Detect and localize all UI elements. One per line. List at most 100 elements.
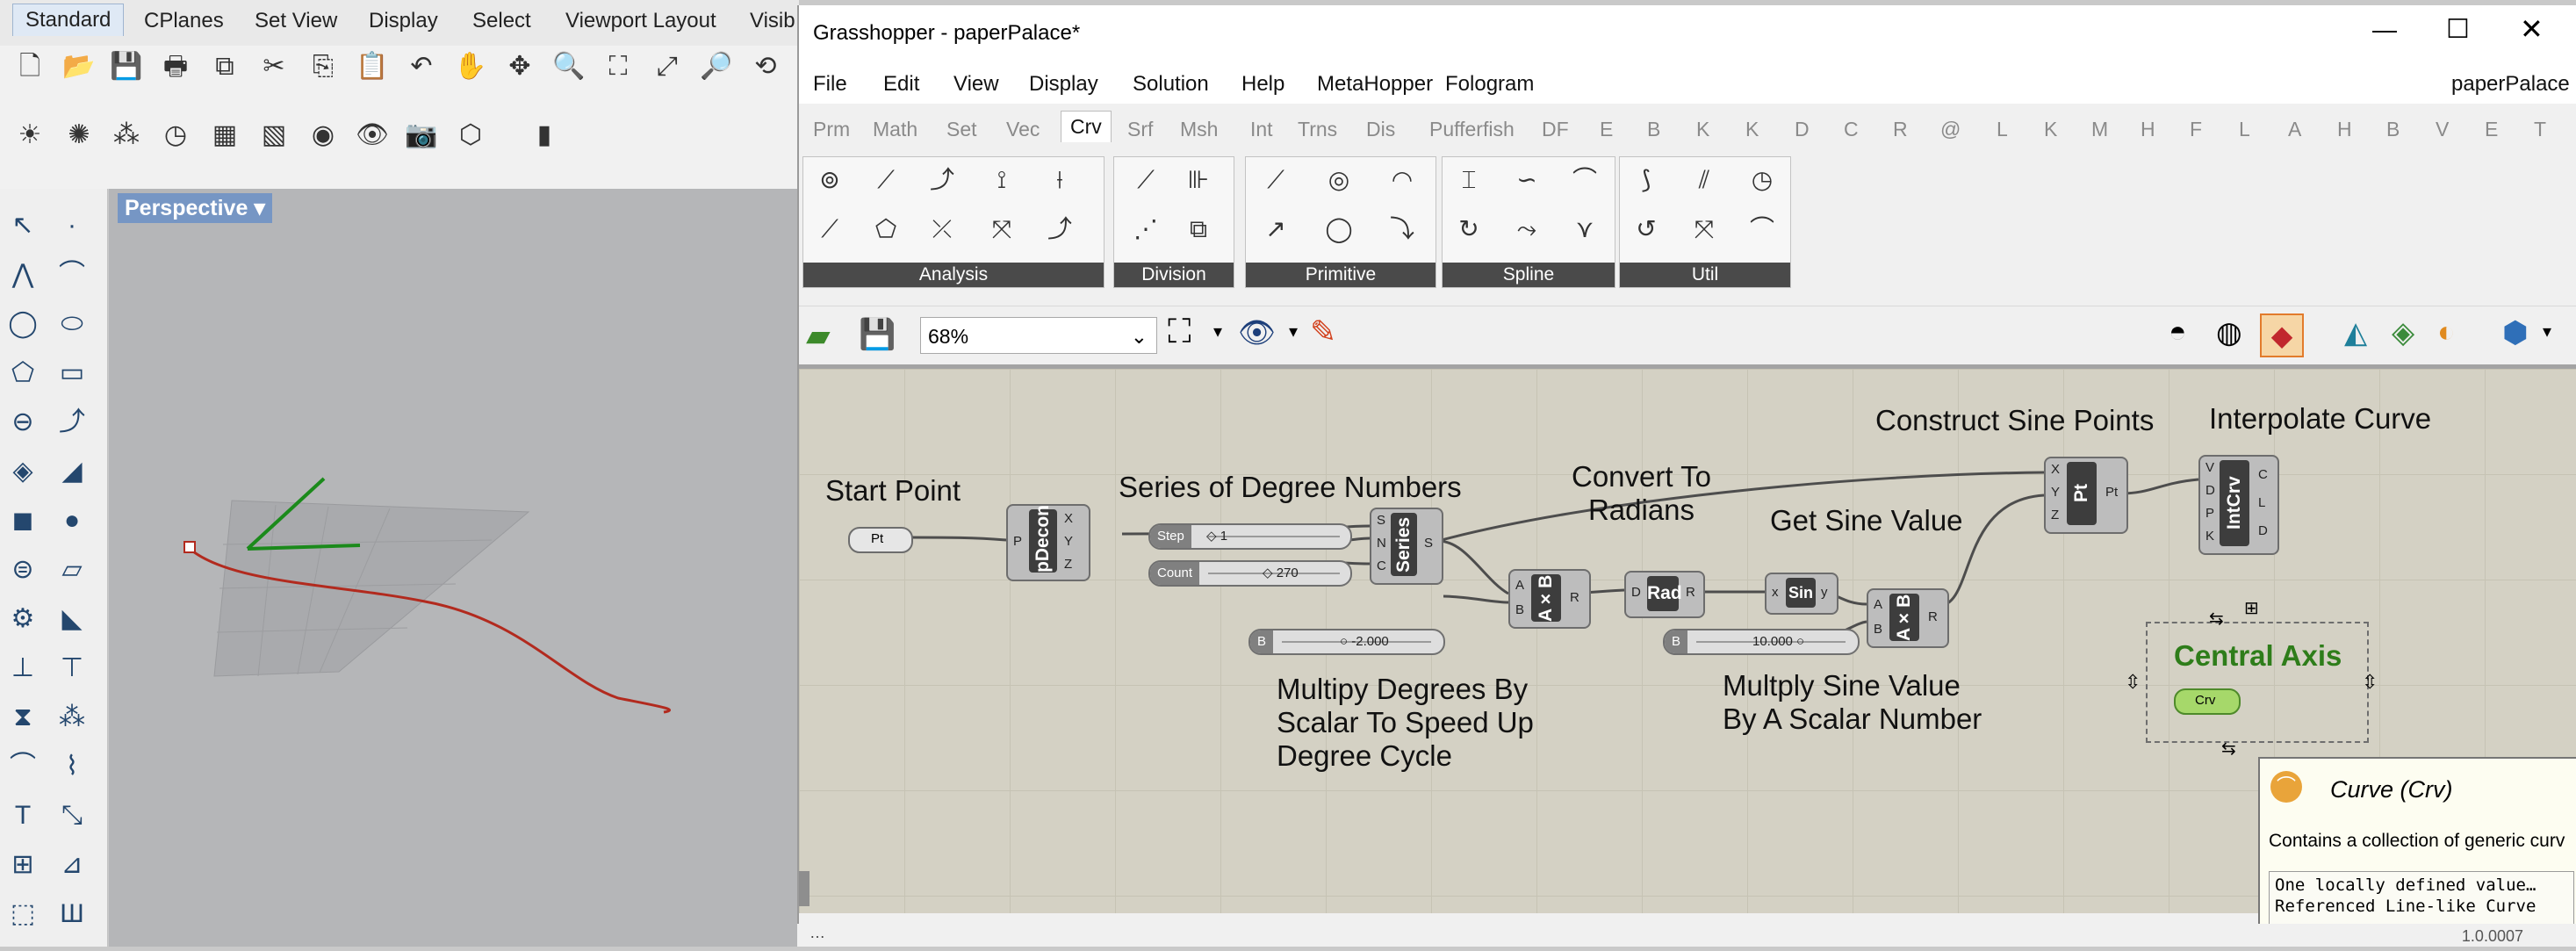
analysis-component-icon[interactable]: ⟋ [812,212,847,247]
transform-icon[interactable]: ◣ [53,600,91,638]
tab-trns[interactable]: Trns [1298,118,1337,141]
chevron-down-icon[interactable]: ▾ [2543,321,2551,342]
sphere-icon[interactable]: ● [53,501,91,540]
canvas-scroll-handle[interactable] [799,871,809,906]
eye-icon[interactable]: 👁 [1238,315,1276,350]
print-icon[interactable]: 🖶 [158,49,193,84]
menu-display[interactable]: Display [1029,72,1098,97]
degree-scalar-slider[interactable]: B ○ -2.000 [1248,629,1445,655]
panel-label-spline[interactable]: Spline [1443,263,1615,287]
spline-component-icon[interactable]: ⤳ [1509,212,1544,247]
gumball-handle-icon[interactable]: ⊞ [2244,597,2259,619]
division-component-icon[interactable]: ⧉ [1181,212,1216,247]
tab-r[interactable]: R [1893,118,1908,141]
shape-icon[interactable]: ⬢ [2502,315,2529,350]
tab-f[interactable]: F [2190,118,2202,141]
util-component-icon[interactable]: ↺ [1629,212,1664,247]
panel-label-analysis[interactable]: Analysis [803,263,1104,287]
menu-metahopper[interactable]: MetaHopper [1317,72,1433,97]
menu-file[interactable]: File [813,72,847,97]
analysis-component-icon[interactable]: ⟟ [984,162,1019,198]
primitive-component-icon[interactable]: ⟋ [1258,162,1293,198]
layer-2-icon[interactable]: ▧ [256,118,291,153]
tab-dis[interactable]: Dis [1366,118,1395,141]
rectangle-icon[interactable]: ▭ [53,354,91,393]
paste-icon[interactable]: 📋 [355,49,390,84]
close-icon[interactable]: ✕ [2520,12,2544,46]
util-component-icon[interactable]: ◷ [1745,162,1780,198]
primitive-component-icon[interactable]: ⤵ [1385,212,1420,247]
tab-prm[interactable]: Prm [813,118,850,141]
document-name[interactable]: paperPalace [2451,72,2570,97]
ellipse-2-icon[interactable]: ⊖ [4,403,42,442]
interpolate-curve-component[interactable]: V D P K IntCrv C L D [2198,455,2279,555]
chevron-down-icon[interactable]: ▾ [1289,321,1298,342]
spline-component-icon[interactable]: ∽ [1509,162,1544,198]
panel-label-division[interactable]: Division [1114,263,1234,287]
ellipse-icon[interactable]: ⬭ [53,305,91,343]
point-param[interactable]: Pt [848,527,913,553]
panel-label-util[interactable]: Util [1620,263,1790,287]
tab-l[interactable]: L [1997,118,2008,141]
copy-icon[interactable]: ⎘ [306,49,341,84]
circle-icon[interactable]: ◯ [4,305,42,343]
chevron-down-icon[interactable]: ▾ [1213,321,1222,342]
analysis-component-icon[interactable]: ⤫ [925,212,960,247]
tab-set-view[interactable]: Set View [255,9,337,33]
render-color-icon[interactable]: ◉ [306,118,341,153]
boolean-icon[interactable]: ⧗ [4,698,42,737]
tab-msh[interactable]: Msh [1180,118,1218,141]
zoom-extents-icon[interactable]: ⤢ [650,49,685,84]
clock-icon[interactable]: ◷ [158,118,193,153]
bake-icon[interactable]: ◭ [2344,315,2367,350]
layer-icon[interactable]: ▦ [207,118,242,153]
sine-component[interactable]: x Sin y [1765,573,1838,615]
analysis-component-icon[interactable]: ⊚ [812,162,847,198]
select-arrow-icon[interactable]: ↖ [4,206,42,245]
util-component-icon[interactable]: ⤧ [1687,212,1722,247]
camera-icon[interactable]: 📷 [404,118,439,153]
util-component-icon[interactable]: ⫽ [1687,162,1722,198]
analysis-component-icon[interactable]: ⬠ [868,212,903,247]
gear-icon[interactable]: ⚙ [4,600,42,638]
tab-k-3[interactable]: K [2044,118,2057,141]
tab-vec[interactable]: Vec [1006,118,1040,141]
polygon-icon[interactable]: ⬠ [4,354,42,393]
viewport-title[interactable]: Perspective ▾ [118,193,272,223]
rotate-view-icon[interactable]: ✥ [502,49,537,84]
solid-tools-icon[interactable]: ⁂ [53,698,91,737]
surface-loft-icon[interactable]: ◢ [53,452,91,491]
panel-label-primitive[interactable]: Primitive [1246,263,1436,287]
sine-scalar-slider[interactable]: B 10.000 ○ [1663,629,1860,655]
tab-h-2[interactable]: H [2337,118,2352,141]
sun-settings-icon[interactable]: ✺ [61,118,97,153]
tab-v[interactable]: V [2436,118,2449,141]
export-icon[interactable]: ⧉ [207,49,242,84]
point-icon[interactable]: · [53,206,91,245]
grid-tools-icon[interactable]: ⊞ [4,846,42,884]
analysis-component-icon[interactable]: ⟋ [868,162,903,198]
gumball-arrows-icon[interactable]: ⇆ [2221,738,2236,760]
menu-solution[interactable]: Solution [1133,72,1209,97]
analysis-component-icon[interactable]: ⤴ [925,162,960,198]
sketch-brush-icon[interactable]: ✎ [1310,313,1336,350]
step-slider[interactable]: Step ◇ 1 [1148,523,1352,550]
box-icon[interactable]: ◼ [4,501,42,540]
tab-t[interactable]: T [2534,118,2546,141]
document-preview-icon[interactable]: ◐ [2437,315,2456,349]
division-component-icon[interactable]: ⋰ [1128,212,1163,247]
cylinder-icon[interactable]: ⊜ [4,551,42,589]
menu-view[interactable]: View [953,72,999,97]
tab-srf[interactable]: Srf [1127,118,1153,141]
tab-l-2[interactable]: L [2239,118,2250,141]
undo-icon[interactable]: ↶ [404,49,439,84]
mesh-quality-icon[interactable]: ◈ [2392,315,2414,350]
curve-param[interactable]: Crv [2174,688,2241,715]
menu-help[interactable]: Help [1241,72,1284,97]
preview-selected-icon[interactable]: ◆ [2260,313,2304,357]
gumball-arrows-icon[interactable]: ⇳ [2362,671,2378,694]
primitive-component-icon[interactable]: ◎ [1321,162,1356,198]
offset-icon[interactable]: ⌇ [53,747,91,786]
menu-edit[interactable]: Edit [883,72,919,97]
division-component-icon[interactable]: ⊪ [1181,162,1216,198]
